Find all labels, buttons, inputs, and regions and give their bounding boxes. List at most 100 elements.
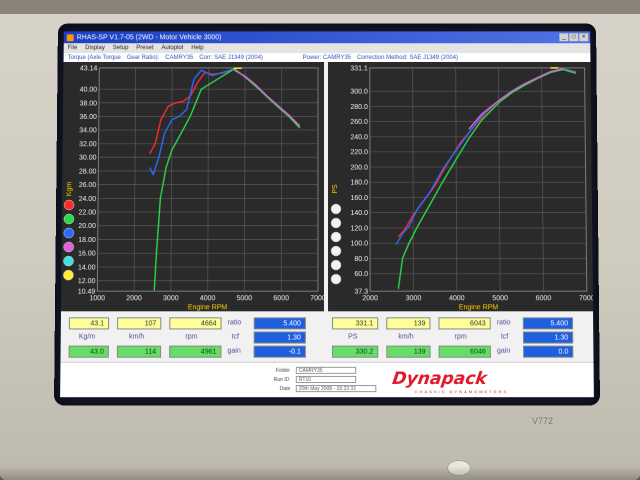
- y-tick-label: 331.1: [350, 65, 368, 72]
- y-tick-label: 26.00: [79, 182, 97, 189]
- y-tick-label: 28.00: [79, 168, 97, 175]
- folder-field[interactable]: CAMRY35: [296, 367, 356, 374]
- torque-info-label: Torque (Axle Torque: [68, 55, 121, 61]
- kmh-unit-label: km/h: [129, 333, 144, 340]
- y-tick-label: 10.49: [78, 289, 96, 296]
- monitor-bottom-edge: [0, 466, 640, 480]
- torque-correction: Corr: SAE J1349 (2004): [199, 55, 263, 61]
- gain-label-2: gain: [497, 348, 510, 355]
- y-tick-label: 32.00: [79, 141, 97, 148]
- gear-ratio-label: Gear Ratio):: [127, 55, 160, 61]
- y-tick-label: 20.00: [78, 223, 96, 230]
- menu-display[interactable]: Display: [85, 45, 105, 51]
- x-tick-label: 4000: [200, 295, 216, 302]
- y-tick-label: 120.0: [350, 225, 368, 232]
- y-tick-label: 60.0: [354, 271, 368, 278]
- menu-help[interactable]: Help: [191, 45, 203, 51]
- power-run-name: Power: CAMRY35: [303, 55, 351, 61]
- x-tick-label: 3000: [163, 295, 179, 302]
- legend-dot-yellow: [63, 270, 73, 280]
- gain-value-2[interactable]: 0.0: [523, 346, 573, 358]
- app-icon: [67, 34, 74, 41]
- date-label: Date: [280, 386, 291, 392]
- rpm-readout-2: 4961: [169, 346, 221, 358]
- ps-unit-label: PS: [348, 333, 357, 340]
- y-axis-label: PS: [332, 184, 339, 194]
- close-button[interactable]: ×: [579, 33, 588, 41]
- y-tick-label: 14.00: [78, 264, 96, 271]
- monitor-screen: RHAS-SP V1.7-05 (2WD - Motor Vehicle 300…: [54, 24, 600, 406]
- y-tick-label: 30.00: [79, 155, 97, 162]
- legend-dot-blank: [331, 232, 341, 242]
- power-readout: 331.1: [332, 317, 378, 329]
- folder-label: Folder: [276, 368, 290, 374]
- y-tick-label: 140.0: [350, 210, 368, 217]
- power-speed-readout: 139: [386, 317, 430, 329]
- tcf-value-2[interactable]: 1.30: [523, 331, 573, 343]
- torque-plot[interactable]: 1000 2000 3000 4000 5000 6000 7000 10.49 12.00 14…: [61, 62, 324, 311]
- y-tick-label: 43.14: [80, 65, 98, 72]
- legend-dot-blank: [331, 204, 341, 214]
- gain-value[interactable]: -0.1: [254, 346, 306, 358]
- torque-chart: 1000 2000 3000 4000 5000 6000 700010.4912.0014…: [61, 62, 324, 311]
- legend-dot-blank: [331, 274, 341, 284]
- window-controls: _ □ ×: [559, 33, 590, 41]
- torque-readout: 43.1: [69, 317, 109, 329]
- run-id-field[interactable]: RT10: [296, 376, 356, 383]
- legend-dot-blank: [331, 260, 341, 270]
- run-footer: Folder CAMRY35 Run ID RT10 Date 20th May…: [60, 362, 594, 397]
- window-title: RHAS-SP V1.7-05 (2WD - Motor Vehicle 300…: [77, 34, 222, 41]
- power-readout-2: 330.2: [332, 346, 378, 358]
- x-tick-label: 6000: [273, 295, 289, 302]
- y-tick-label: 260.0: [350, 119, 368, 126]
- title-bar: RHAS-SP V1.7-05 (2WD - Motor Vehicle 300…: [64, 31, 591, 43]
- power-rpm-readout-2: 6046: [439, 346, 491, 358]
- x-axis-label: Engine RPM: [188, 304, 228, 311]
- ratio-value-2[interactable]: 5.400: [523, 317, 573, 329]
- legend-dot-cyan: [63, 256, 73, 266]
- menu-autoplot[interactable]: Autoplot: [161, 45, 183, 51]
- date-field[interactable]: 20th May 2008 - 15:22:31: [296, 385, 377, 392]
- kgm-unit-label: Kg/m: [79, 333, 95, 340]
- menu-setup[interactable]: Setup: [113, 45, 129, 51]
- y-tick-label: 16.00: [78, 251, 96, 258]
- y-tick-label: 22.00: [78, 210, 96, 217]
- torque-readout-2: 43.0: [69, 346, 109, 358]
- y-tick-label: 38.00: [79, 100, 97, 107]
- x-tick-label: 2000: [126, 295, 142, 302]
- power-rpm-readout: 6043: [438, 317, 490, 329]
- y-tick-label: 280.0: [350, 104, 368, 111]
- tcf-value[interactable]: 1.30: [254, 331, 306, 343]
- rpm-readout: 4664: [169, 317, 221, 329]
- power-chart: 2000 3000 4000 5000 6000 7000 37.3 60.0 80.0 100.…: [328, 62, 593, 311]
- menu-preset[interactable]: Preset: [136, 45, 153, 51]
- power-correction: Correction Method: SAE J1349 (2004): [357, 55, 458, 61]
- monitor-top-edge: [0, 0, 640, 14]
- y-tick-label: 18.00: [78, 237, 96, 244]
- power-speed-readout-2: 139: [386, 346, 430, 358]
- x-tick-label: 4000: [449, 295, 465, 302]
- x-tick-label: 1000: [89, 295, 105, 302]
- y-tick-label: 37.3: [354, 289, 368, 296]
- torque-run-name: CAMRY35: [165, 55, 193, 61]
- kmh-unit-label-2: km/h: [398, 333, 413, 340]
- ratio-value[interactable]: 5.400: [254, 317, 306, 329]
- gain-label: gain: [227, 348, 240, 355]
- y-tick-label: 200.0: [350, 165, 368, 172]
- x-tick-label: 7000: [310, 295, 324, 302]
- y-axis-label: Kgm: [66, 182, 73, 197]
- power-plot[interactable]: 2000 3000 4000 5000 6000 7000 37.3 60.0 80.0 100.…: [328, 62, 593, 311]
- ratio-label-2: ratio: [497, 319, 511, 326]
- minimize-button[interactable]: _: [559, 33, 568, 41]
- menu-bar: File Display Setup Preset Autoplot Help: [64, 43, 591, 53]
- legend-dot-blank: [331, 246, 341, 256]
- x-tick-label: 5000: [492, 295, 508, 302]
- legend-dot-blue: [64, 228, 74, 238]
- menu-file[interactable]: File: [68, 45, 78, 51]
- y-tick-label: 80.0: [354, 256, 368, 263]
- tcf-label: tcf: [232, 333, 239, 340]
- maximize-button[interactable]: □: [569, 33, 578, 41]
- dynapack-logo: Dynapack: [391, 369, 488, 389]
- rpm-unit-label: rpm: [185, 333, 197, 340]
- legend-dot-magenta: [64, 242, 74, 252]
